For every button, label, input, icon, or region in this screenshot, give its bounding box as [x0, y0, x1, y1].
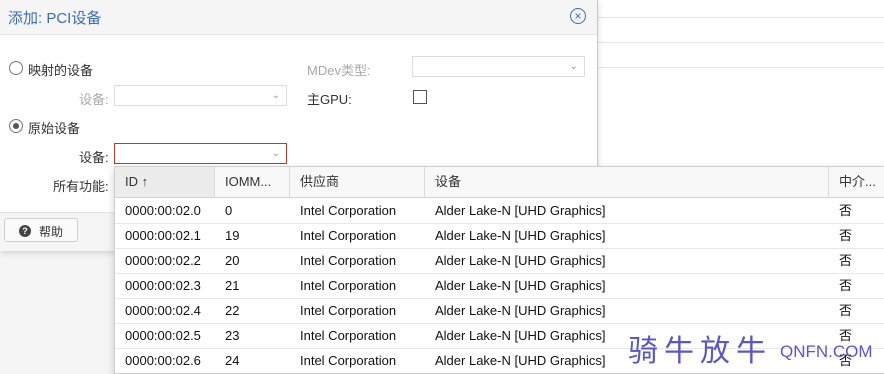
cell-device: Alder Lake-N [UHD Graphics] [435, 303, 606, 318]
dialog-header: 添加: PCI设备 × [0, 0, 597, 35]
raw-device-select[interactable]: ⌄ [114, 143, 287, 164]
cell-iommu: 20 [225, 253, 240, 268]
cell-id: 0000:00:02.3 [125, 278, 201, 293]
cell-vendor: Intel Corporation [300, 203, 397, 218]
background-divider [597, 67, 884, 68]
background-divider [597, 42, 884, 43]
chevron-down-icon: ⌄ [271, 148, 280, 159]
help-button-label: 帮助 [39, 225, 64, 239]
cell-vendor: Intel Corporation [300, 278, 397, 293]
table-row[interactable]: 0000:00:02.4 22 Intel Corporation Alder Lak… [115, 298, 884, 324]
cell-id: 0000:00:02.1 [125, 228, 201, 243]
cell-id: 0000:00:02.5 [125, 328, 201, 343]
cell-iommu: 24 [225, 353, 240, 368]
cell-id: 0000:00:02.2 [125, 253, 201, 268]
cell-mediated: 否 [839, 253, 853, 268]
mdev-type-select[interactable]: ⌄ [412, 56, 585, 77]
cell-iommu: 22 [225, 303, 240, 318]
mdev-type-label: MDev类型: [307, 63, 371, 78]
raw-device-radio[interactable] [9, 119, 23, 133]
cell-iommu: 0 [225, 203, 233, 218]
mapped-device-radio[interactable] [9, 61, 23, 75]
cell-iommu: 19 [225, 228, 240, 243]
cell-vendor: Intel Corporation [300, 328, 397, 343]
all-functions-label: 所有功能: [53, 179, 109, 194]
table-row[interactable]: 0000:00:02.3 21 Intel Corporation Alder Lak… [115, 273, 884, 299]
cell-vendor: Intel Corporation [300, 353, 397, 368]
cell-device: Alder Lake-N [UHD Graphics] [435, 278, 606, 293]
cell-id: 0000:00:02.6 [125, 353, 201, 368]
cell-id: 0000:00:02.4 [125, 303, 201, 318]
dialog-title: 添加: PCI设备 [8, 10, 102, 27]
cell-mediated: 否 [839, 203, 853, 218]
cell-vendor: Intel Corporation [300, 303, 397, 318]
raw-device-label: 原始设备 [28, 121, 81, 136]
cell-device: Alder Lake-N [UHD Graphics] [435, 228, 606, 243]
chevron-down-icon: ⌄ [569, 61, 578, 72]
cell-mediated: 否 [839, 278, 853, 293]
cell-vendor: Intel Corporation [300, 228, 397, 243]
table-row[interactable]: 0000:00:02.1 19 Intel Corporation Alder Lak… [115, 223, 884, 249]
cell-iommu: 21 [225, 278, 240, 293]
watermark-url: QNFN.COM [780, 342, 873, 361]
column-header-mediated[interactable]: 中介... [829, 167, 884, 197]
raw-device-field-label: 设备: [79, 150, 109, 165]
mapped-device-select[interactable]: ⌄ [114, 85, 287, 106]
cell-vendor: Intel Corporation [300, 253, 397, 268]
question-icon: ? [19, 225, 31, 237]
cell-mediated: 否 [839, 228, 853, 243]
grid-header: ID ↑ IOMM... 供应商 设备 中介... [115, 167, 884, 198]
column-header-id[interactable]: ID ↑ [115, 167, 215, 197]
close-icon[interactable]: × [570, 8, 586, 24]
table-row[interactable]: 0000:00:02.0 0 Intel Corporation Alder Lake… [115, 198, 884, 224]
primary-gpu-checkbox[interactable] [413, 90, 427, 104]
cell-device: Alder Lake-N [UHD Graphics] [435, 253, 606, 268]
help-button[interactable]: ? 帮助 [4, 218, 78, 242]
cell-id: 0000:00:02.0 [125, 203, 201, 218]
column-header-device[interactable]: 设备 [425, 167, 829, 197]
mapped-device-field-label: 设备: [79, 92, 109, 107]
cell-iommu: 23 [225, 328, 240, 343]
chevron-down-icon: ⌄ [271, 90, 280, 101]
cell-mediated: 否 [839, 303, 853, 318]
watermark-logo: 骑牛放牛 [628, 334, 772, 369]
mapped-device-label: 映射的设备 [28, 63, 94, 78]
column-header-vendor[interactable]: 供应商 [290, 167, 425, 197]
background-divider [597, 17, 884, 18]
primary-gpu-label: 主GPU: [307, 92, 352, 107]
table-row[interactable]: 0000:00:02.2 20 Intel Corporation Alder Lak… [115, 248, 884, 274]
cell-device: Alder Lake-N [UHD Graphics] [435, 203, 606, 218]
column-header-iommu[interactable]: IOMM... [215, 167, 290, 197]
